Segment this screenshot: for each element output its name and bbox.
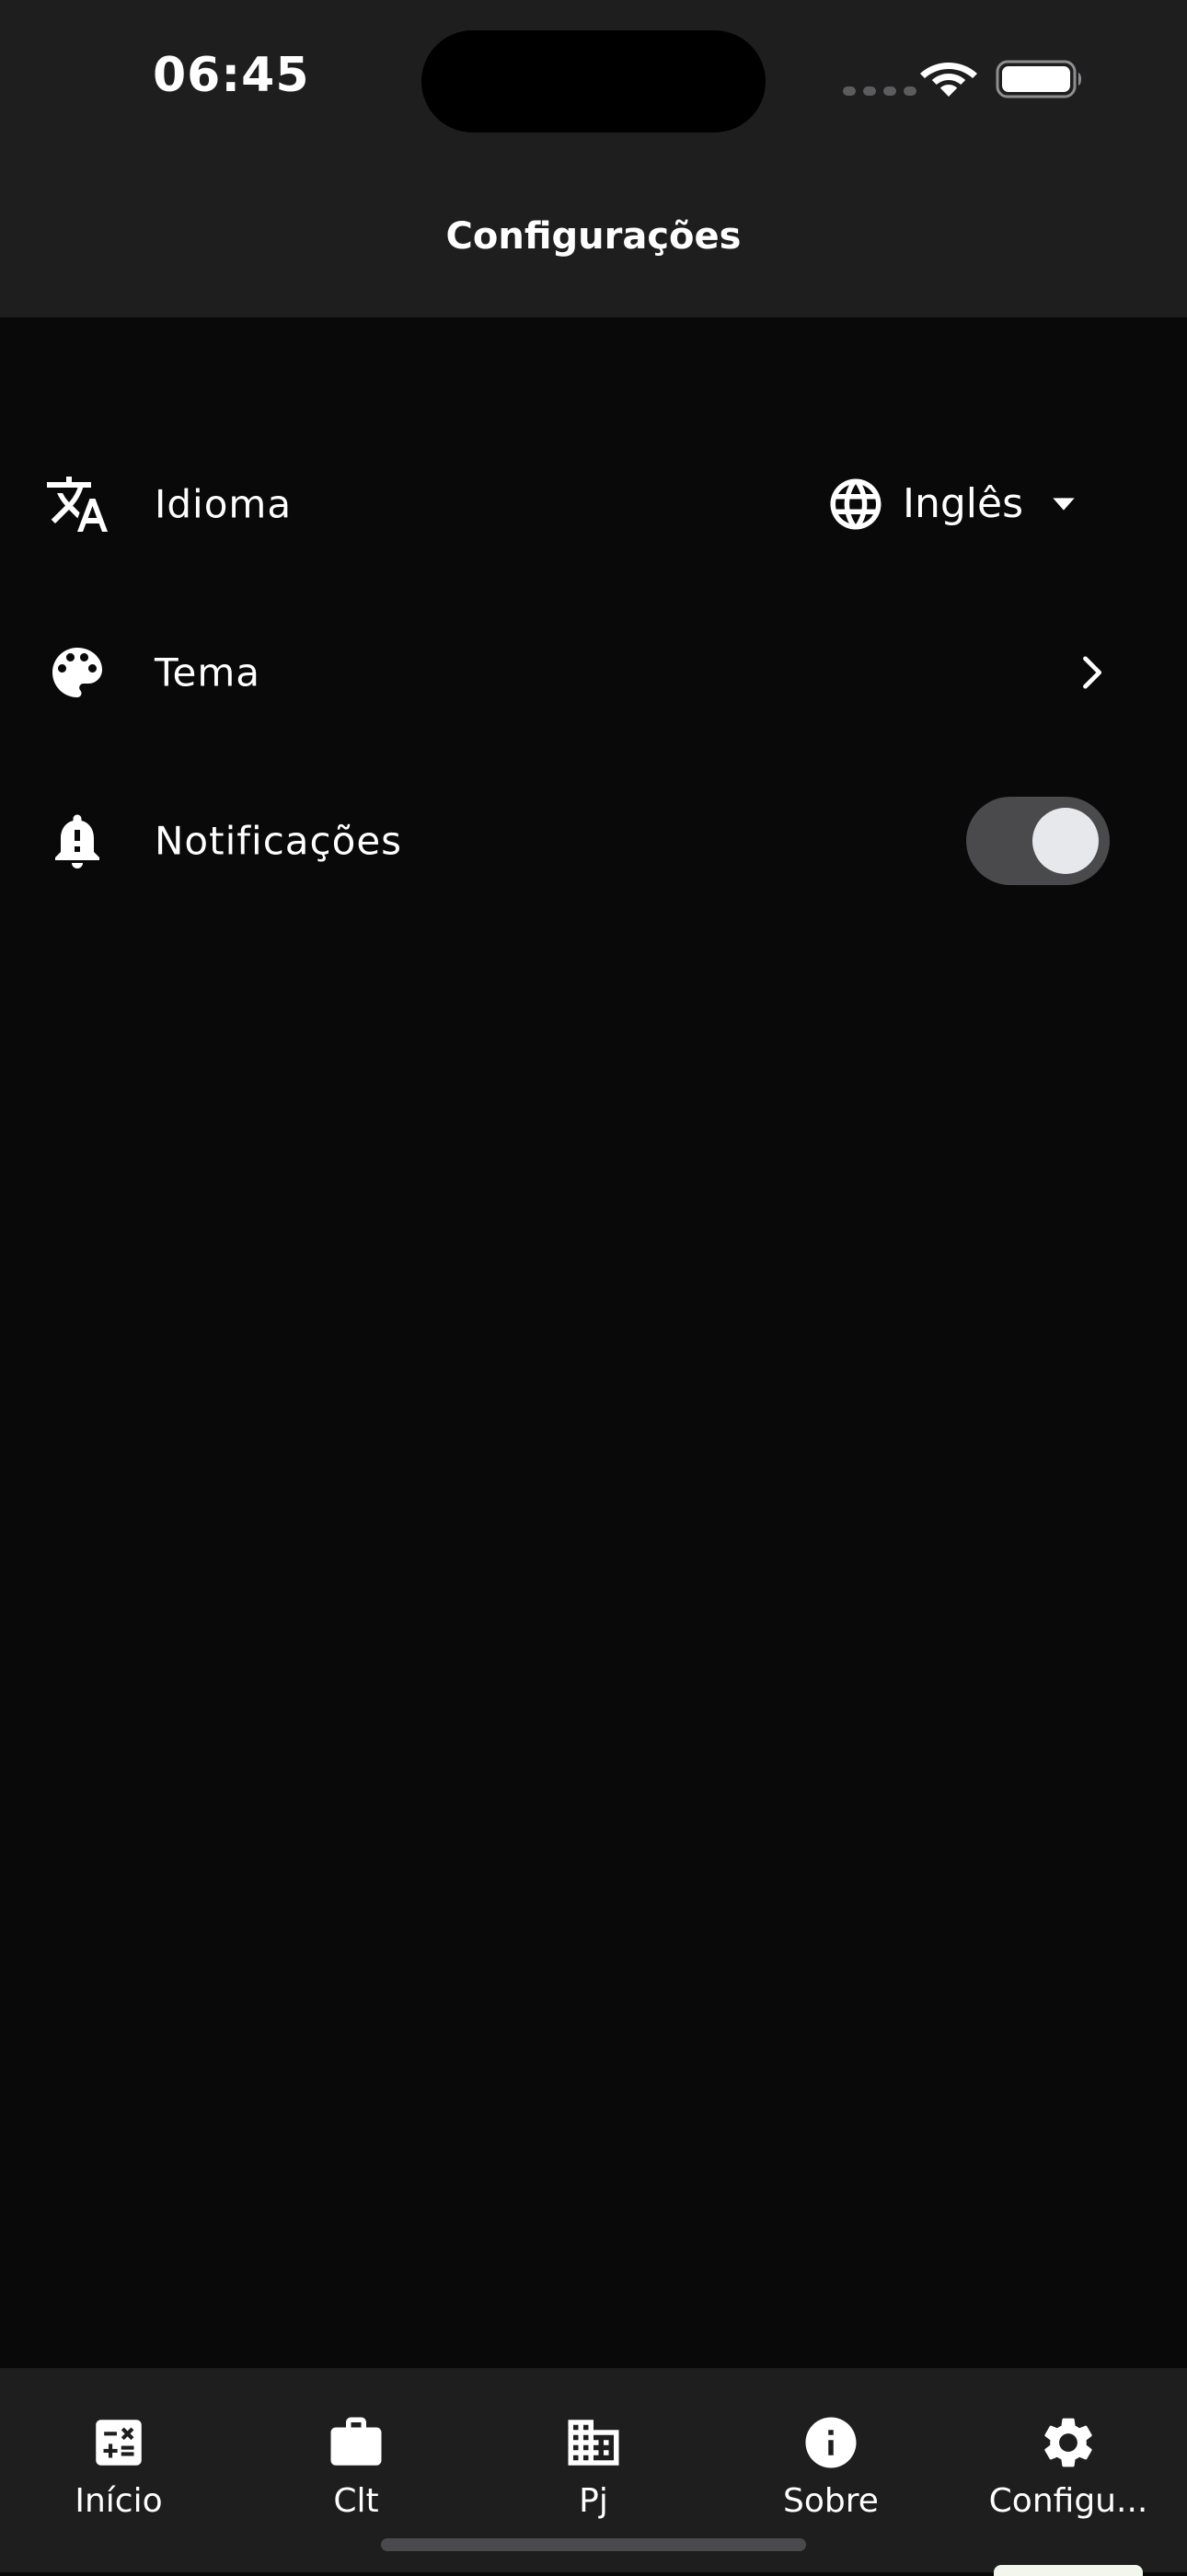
home-indicator[interactable] [381,2538,806,2551]
status-time: 06:45 [153,48,310,103]
translate-icon [44,471,110,537]
nav-label-sobre: Sobre [783,2482,879,2520]
info-icon [801,2412,861,2473]
settings-list: Idioma Inglês Tema Notificações [0,420,1187,925]
nav-label-inicio: Início [75,2482,163,2520]
setting-label-theme: Tema [155,650,261,695]
nav-label-configuracoes: Configu... [988,2482,1148,2520]
briefcase-icon [326,2412,386,2473]
setting-label-language: Idioma [155,481,293,526]
top-app-bar: 06:45 Configurações [0,0,1187,317]
language-dropdown[interactable]: Inglês [825,474,1082,535]
globe-icon [825,474,886,535]
chevron-right-icon[interactable] [1067,649,1115,696]
setting-row-theme[interactable]: Tema [0,588,1187,756]
caret-down-icon [1045,486,1082,523]
wifi-icon [920,63,977,97]
calculator-icon [88,2412,149,2473]
palette-icon [44,639,110,706]
bell-alert-icon [44,808,110,874]
language-value: Inglês [902,480,1023,527]
gear-icon [1038,2412,1099,2473]
nav-item-inicio[interactable]: Início [0,2368,237,2572]
battery-icon [996,60,1081,98]
setting-row-notifications[interactable]: Notificações [0,756,1187,925]
setting-label-notifications: Notificações [155,818,403,863]
dynamic-island [421,30,766,132]
active-tab-indicator [994,2565,1143,2576]
cellular-signal-icon [843,86,916,96]
nav-item-configuracoes[interactable]: Configu... [950,2368,1187,2572]
page-title: Configurações [445,215,742,258]
setting-row-language[interactable]: Idioma Inglês [0,420,1187,588]
notifications-toggle[interactable] [966,796,1110,885]
building-icon [563,2412,624,2473]
nav-label-pj: Pj [579,2482,608,2520]
toggle-knob [1032,807,1099,874]
nav-label-clt: Clt [333,2482,379,2520]
